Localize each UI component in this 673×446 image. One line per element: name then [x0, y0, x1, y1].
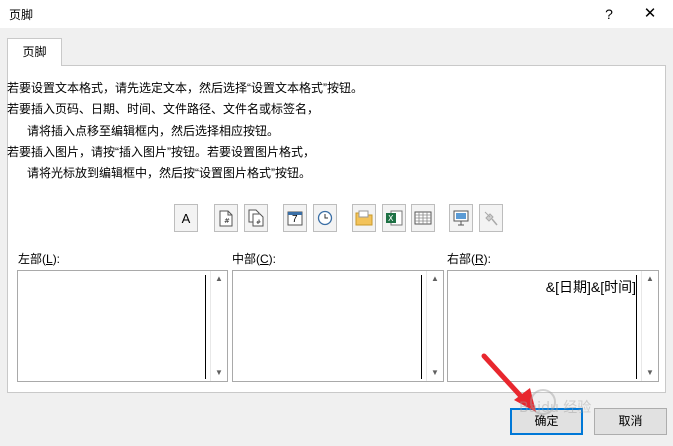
format-picture-button[interactable]: [479, 204, 503, 232]
scroll-divider: [205, 275, 206, 379]
left-scrollbar[interactable]: ▲ ▼: [205, 271, 227, 381]
instruction-line: 若要设置文本格式，请先选定文本，然后选择“设置文本格式”按钮。: [7, 81, 363, 95]
scroll-up-icon[interactable]: ▲: [427, 272, 443, 286]
insert-page-count-button[interactable]: #: [244, 204, 268, 232]
center-section-label: 中部(C):: [232, 252, 277, 266]
instruction-line: 请将光标放到编辑框中，然后按“设置图片格式”按钮。: [27, 166, 311, 181]
insert-picture-button[interactable]: [449, 204, 473, 232]
window-title: 页脚: [9, 8, 34, 22]
time-icon: [317, 210, 333, 226]
right-section-text: &[日期]&[时间]: [545, 279, 636, 295]
scroll-down-icon[interactable]: ▼: [642, 366, 658, 380]
center-scrollbar[interactable]: ▲ ▼: [421, 271, 443, 381]
svg-text:#: #: [256, 219, 261, 226]
page-count-icon: #: [248, 209, 264, 227]
right-scrollbar[interactable]: ▲ ▼: [636, 271, 658, 381]
svg-text:X: X: [388, 214, 394, 223]
scroll-down-icon[interactable]: ▼: [427, 366, 443, 380]
insert-sheet-name-button[interactable]: [411, 204, 435, 232]
instruction-line: 若要插入图片，请按“插入图片”按钮。若要设置图片格式，: [7, 144, 315, 159]
insert-picture-icon: [453, 210, 469, 226]
close-button[interactable]: ✕: [638, 3, 662, 25]
scroll-divider: [421, 275, 422, 379]
title-bar: 页脚 ? ✕: [0, 0, 673, 28]
insert-file-name-button[interactable]: X: [382, 204, 406, 232]
ok-button[interactable]: 确定: [510, 408, 583, 435]
cancel-button[interactable]: 取消: [594, 408, 667, 435]
insert-time-button[interactable]: [313, 204, 337, 232]
date-icon-digit: 7: [292, 214, 298, 225]
insert-date-button[interactable]: 7: [283, 204, 307, 232]
left-section-input[interactable]: ▲ ▼: [17, 270, 228, 382]
right-section-input[interactable]: &[日期]&[时间] ▲ ▼: [447, 270, 659, 382]
sheet-name-icon: [414, 211, 432, 225]
scroll-up-icon[interactable]: ▲: [642, 272, 658, 286]
format-text-button[interactable]: A: [174, 204, 198, 232]
tab-footer[interactable]: 页脚: [7, 38, 62, 66]
left-section-label: 左部(L):: [18, 252, 61, 266]
right-section-label: 右部(R):: [447, 252, 492, 266]
page-number-icon: #: [219, 210, 233, 226]
instruction-line: 若要插入页码、日期、时间、文件路径、文件名或标签名，: [7, 102, 320, 117]
format-text-icon: A: [181, 210, 191, 226]
instructions: 若要设置文本格式，请先选定文本，然后选择“设置文本格式”按钮。 若要插入页码、日…: [7, 78, 647, 184]
file-name-icon: X: [386, 210, 403, 226]
format-picture-icon: [484, 211, 498, 226]
scroll-down-icon[interactable]: ▼: [211, 366, 227, 380]
insert-page-number-button[interactable]: #: [214, 204, 238, 232]
svg-text:#: #: [224, 217, 230, 225]
scroll-up-icon[interactable]: ▲: [211, 272, 227, 286]
center-section-input[interactable]: ▲ ▼: [232, 270, 444, 382]
insert-file-path-button[interactable]: [352, 204, 376, 232]
help-button[interactable]: ?: [598, 3, 620, 25]
instruction-line: 请将插入点移至编辑框内，然后选择相应按钮。: [27, 123, 280, 138]
scroll-divider: [636, 275, 637, 379]
file-path-icon: [355, 210, 373, 226]
